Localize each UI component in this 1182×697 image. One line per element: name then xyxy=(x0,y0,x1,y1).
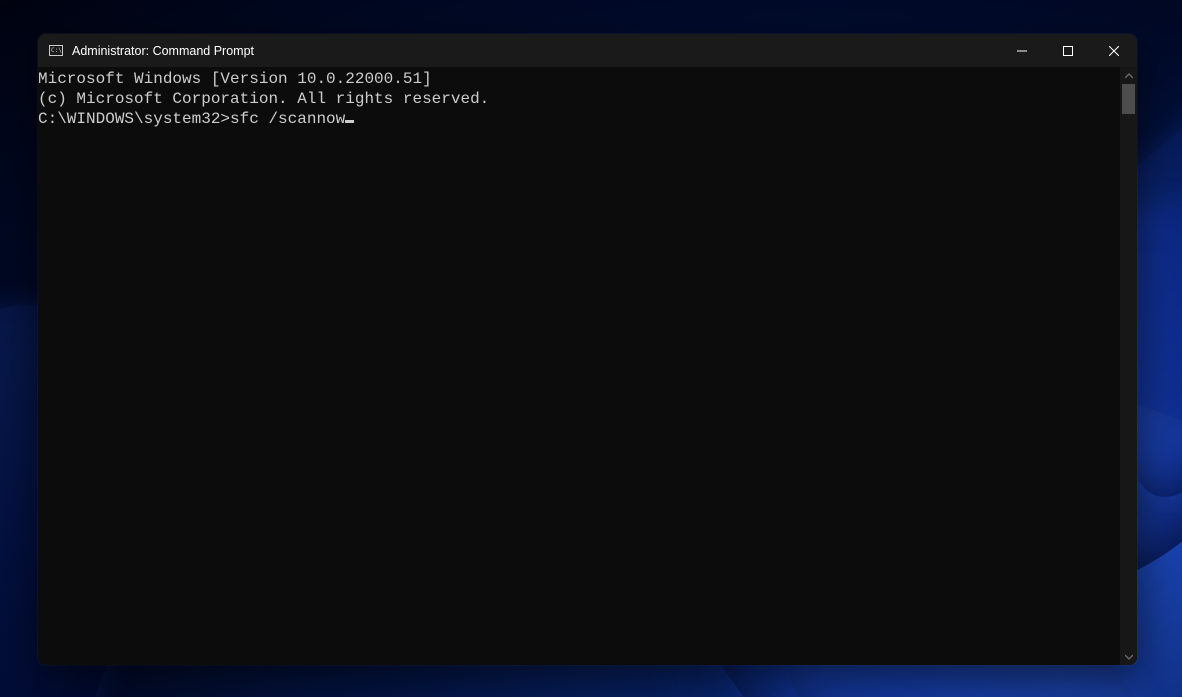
vertical-scrollbar[interactable] xyxy=(1120,67,1137,665)
close-button[interactable] xyxy=(1091,34,1137,67)
chevron-up-icon xyxy=(1125,72,1133,80)
command-prompt-window: C:\ Administrator: Command Prompt Micros… xyxy=(38,34,1137,665)
maximize-button[interactable] xyxy=(1045,34,1091,67)
window-title: Administrator: Command Prompt xyxy=(72,44,999,58)
maximize-icon xyxy=(1063,46,1073,56)
typed-command: sfc /scannow xyxy=(230,109,345,129)
text-cursor xyxy=(345,120,354,123)
scroll-track[interactable] xyxy=(1120,84,1137,648)
output-line: (c) Microsoft Corporation. All rights re… xyxy=(38,89,1120,109)
scroll-down-button[interactable] xyxy=(1120,648,1137,665)
prompt-line: C:\WINDOWS\system32>sfc /scannow xyxy=(38,109,1120,129)
prompt-path: C:\WINDOWS\system32> xyxy=(38,109,230,129)
scroll-thumb[interactable] xyxy=(1122,84,1135,114)
titlebar[interactable]: C:\ Administrator: Command Prompt xyxy=(38,34,1137,67)
window-controls xyxy=(999,34,1137,67)
scroll-up-button[interactable] xyxy=(1120,67,1137,84)
terminal-output[interactable]: Microsoft Windows [Version 10.0.22000.51… xyxy=(38,67,1120,665)
terminal-body: Microsoft Windows [Version 10.0.22000.51… xyxy=(38,67,1137,665)
close-icon xyxy=(1109,46,1119,56)
chevron-down-icon xyxy=(1125,653,1133,661)
minimize-button[interactable] xyxy=(999,34,1045,67)
cmd-icon: C:\ xyxy=(48,43,64,59)
minimize-icon xyxy=(1017,46,1027,56)
output-line: Microsoft Windows [Version 10.0.22000.51… xyxy=(38,69,1120,89)
